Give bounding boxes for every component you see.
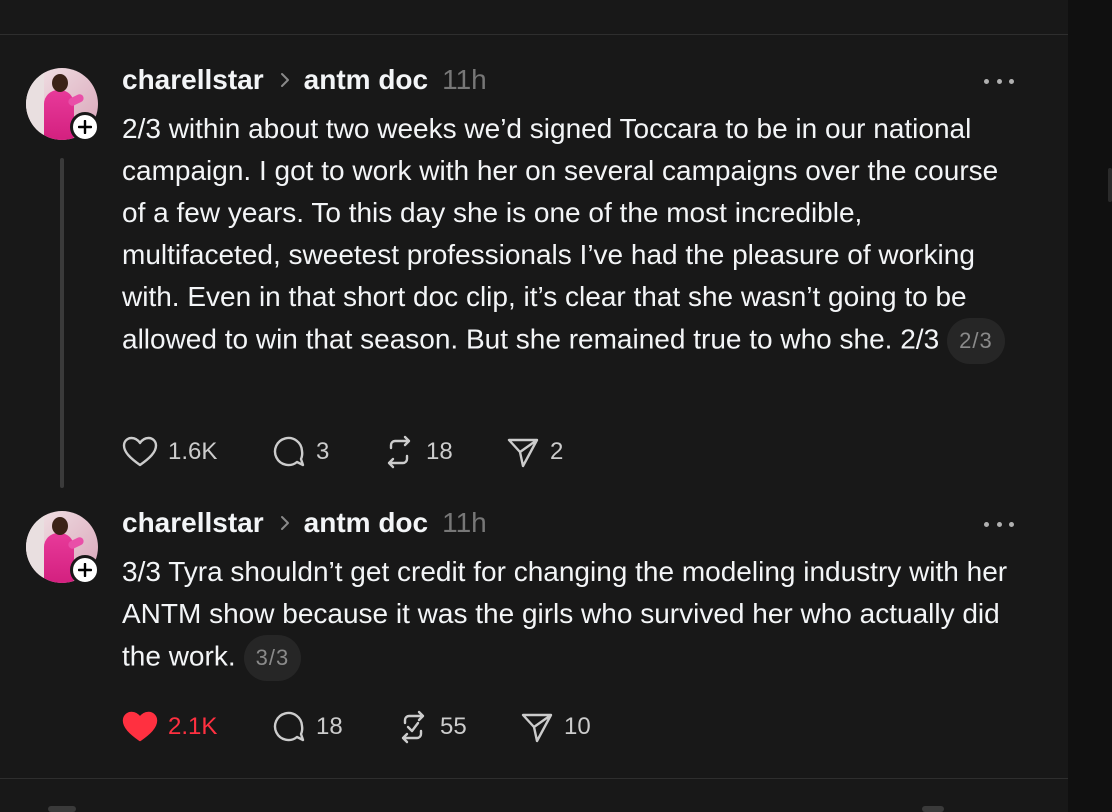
username[interactable]: charellstar <box>122 64 264 96</box>
repost-icon <box>401 710 425 744</box>
reply-button[interactable]: 18 <box>272 710 396 744</box>
share-button[interactable]: 2 <box>506 435 606 469</box>
topic-tag[interactable]: antm doc <box>304 507 428 539</box>
avatar[interactable] <box>26 68 100 142</box>
post-body: 2/3 within about two weeks we’d signed T… <box>122 108 1022 364</box>
thread-feed: charellstar antm doc 11h 2/3 within abou… <box>0 0 1068 812</box>
follow-button[interactable] <box>70 555 100 585</box>
post-header: charellstar antm doc 11h <box>122 62 487 98</box>
top-divider <box>0 34 1068 35</box>
share-button[interactable]: 10 <box>520 710 620 744</box>
plus-icon <box>78 120 92 134</box>
like-count: 1.6K <box>168 438 218 465</box>
topic-tag[interactable]: antm doc <box>304 64 428 96</box>
post-header: charellstar antm doc 11h <box>122 505 487 541</box>
repost-icon <box>387 435 411 469</box>
reply-count: 3 <box>316 438 330 465</box>
reply-icon <box>273 436 305 467</box>
reply-icon <box>273 711 305 742</box>
avatar[interactable] <box>26 511 100 585</box>
thread-page-badge: 2/3 <box>947 318 1005 364</box>
action-bar: 1.6K 3 18 2 <box>122 432 606 472</box>
post-text: 2/3 within about two weeks we’d signed T… <box>122 113 999 355</box>
like-button[interactable]: 2.1K <box>122 711 272 743</box>
bottom-divider <box>0 778 1068 779</box>
plus-icon <box>78 563 92 577</box>
scrollbar-thumb[interactable] <box>1108 168 1112 202</box>
timestamp[interactable]: 11h <box>442 64 487 96</box>
chevron-right-icon <box>280 72 290 88</box>
next-post-menu-edge <box>922 806 944 812</box>
username[interactable]: charellstar <box>122 507 264 539</box>
more-icon[interactable] <box>984 519 1014 529</box>
chevron-right-icon <box>280 515 290 531</box>
share-icon <box>507 438 539 468</box>
like-button[interactable]: 1.6K <box>122 436 272 468</box>
repost-count: 18 <box>426 438 453 465</box>
share-count: 10 <box>564 713 591 740</box>
timestamp[interactable]: 11h <box>442 507 487 539</box>
repost-button[interactable]: 55 <box>396 710 520 744</box>
follow-button[interactable] <box>70 112 100 142</box>
like-count: 2.1K <box>168 713 218 740</box>
window-right-edge <box>1068 0 1112 812</box>
share-count: 2 <box>550 438 564 465</box>
repost-count: 55 <box>440 713 467 740</box>
reply-count: 18 <box>316 713 343 740</box>
thread-connector-line <box>60 158 64 488</box>
post-body: 3/3 Tyra shouldn’t get credit for changi… <box>122 551 1022 681</box>
heart-icon <box>122 711 158 742</box>
thread-page-badge: 3/3 <box>243 635 302 681</box>
reply-button[interactable]: 3 <box>272 435 382 469</box>
action-bar: 2.1K 18 55 10 <box>122 707 620 747</box>
heart-icon <box>122 436 158 467</box>
more-icon[interactable] <box>984 76 1014 86</box>
share-icon <box>521 713 553 743</box>
next-post-avatar-edge <box>48 806 76 812</box>
repost-button[interactable]: 18 <box>382 435 506 469</box>
